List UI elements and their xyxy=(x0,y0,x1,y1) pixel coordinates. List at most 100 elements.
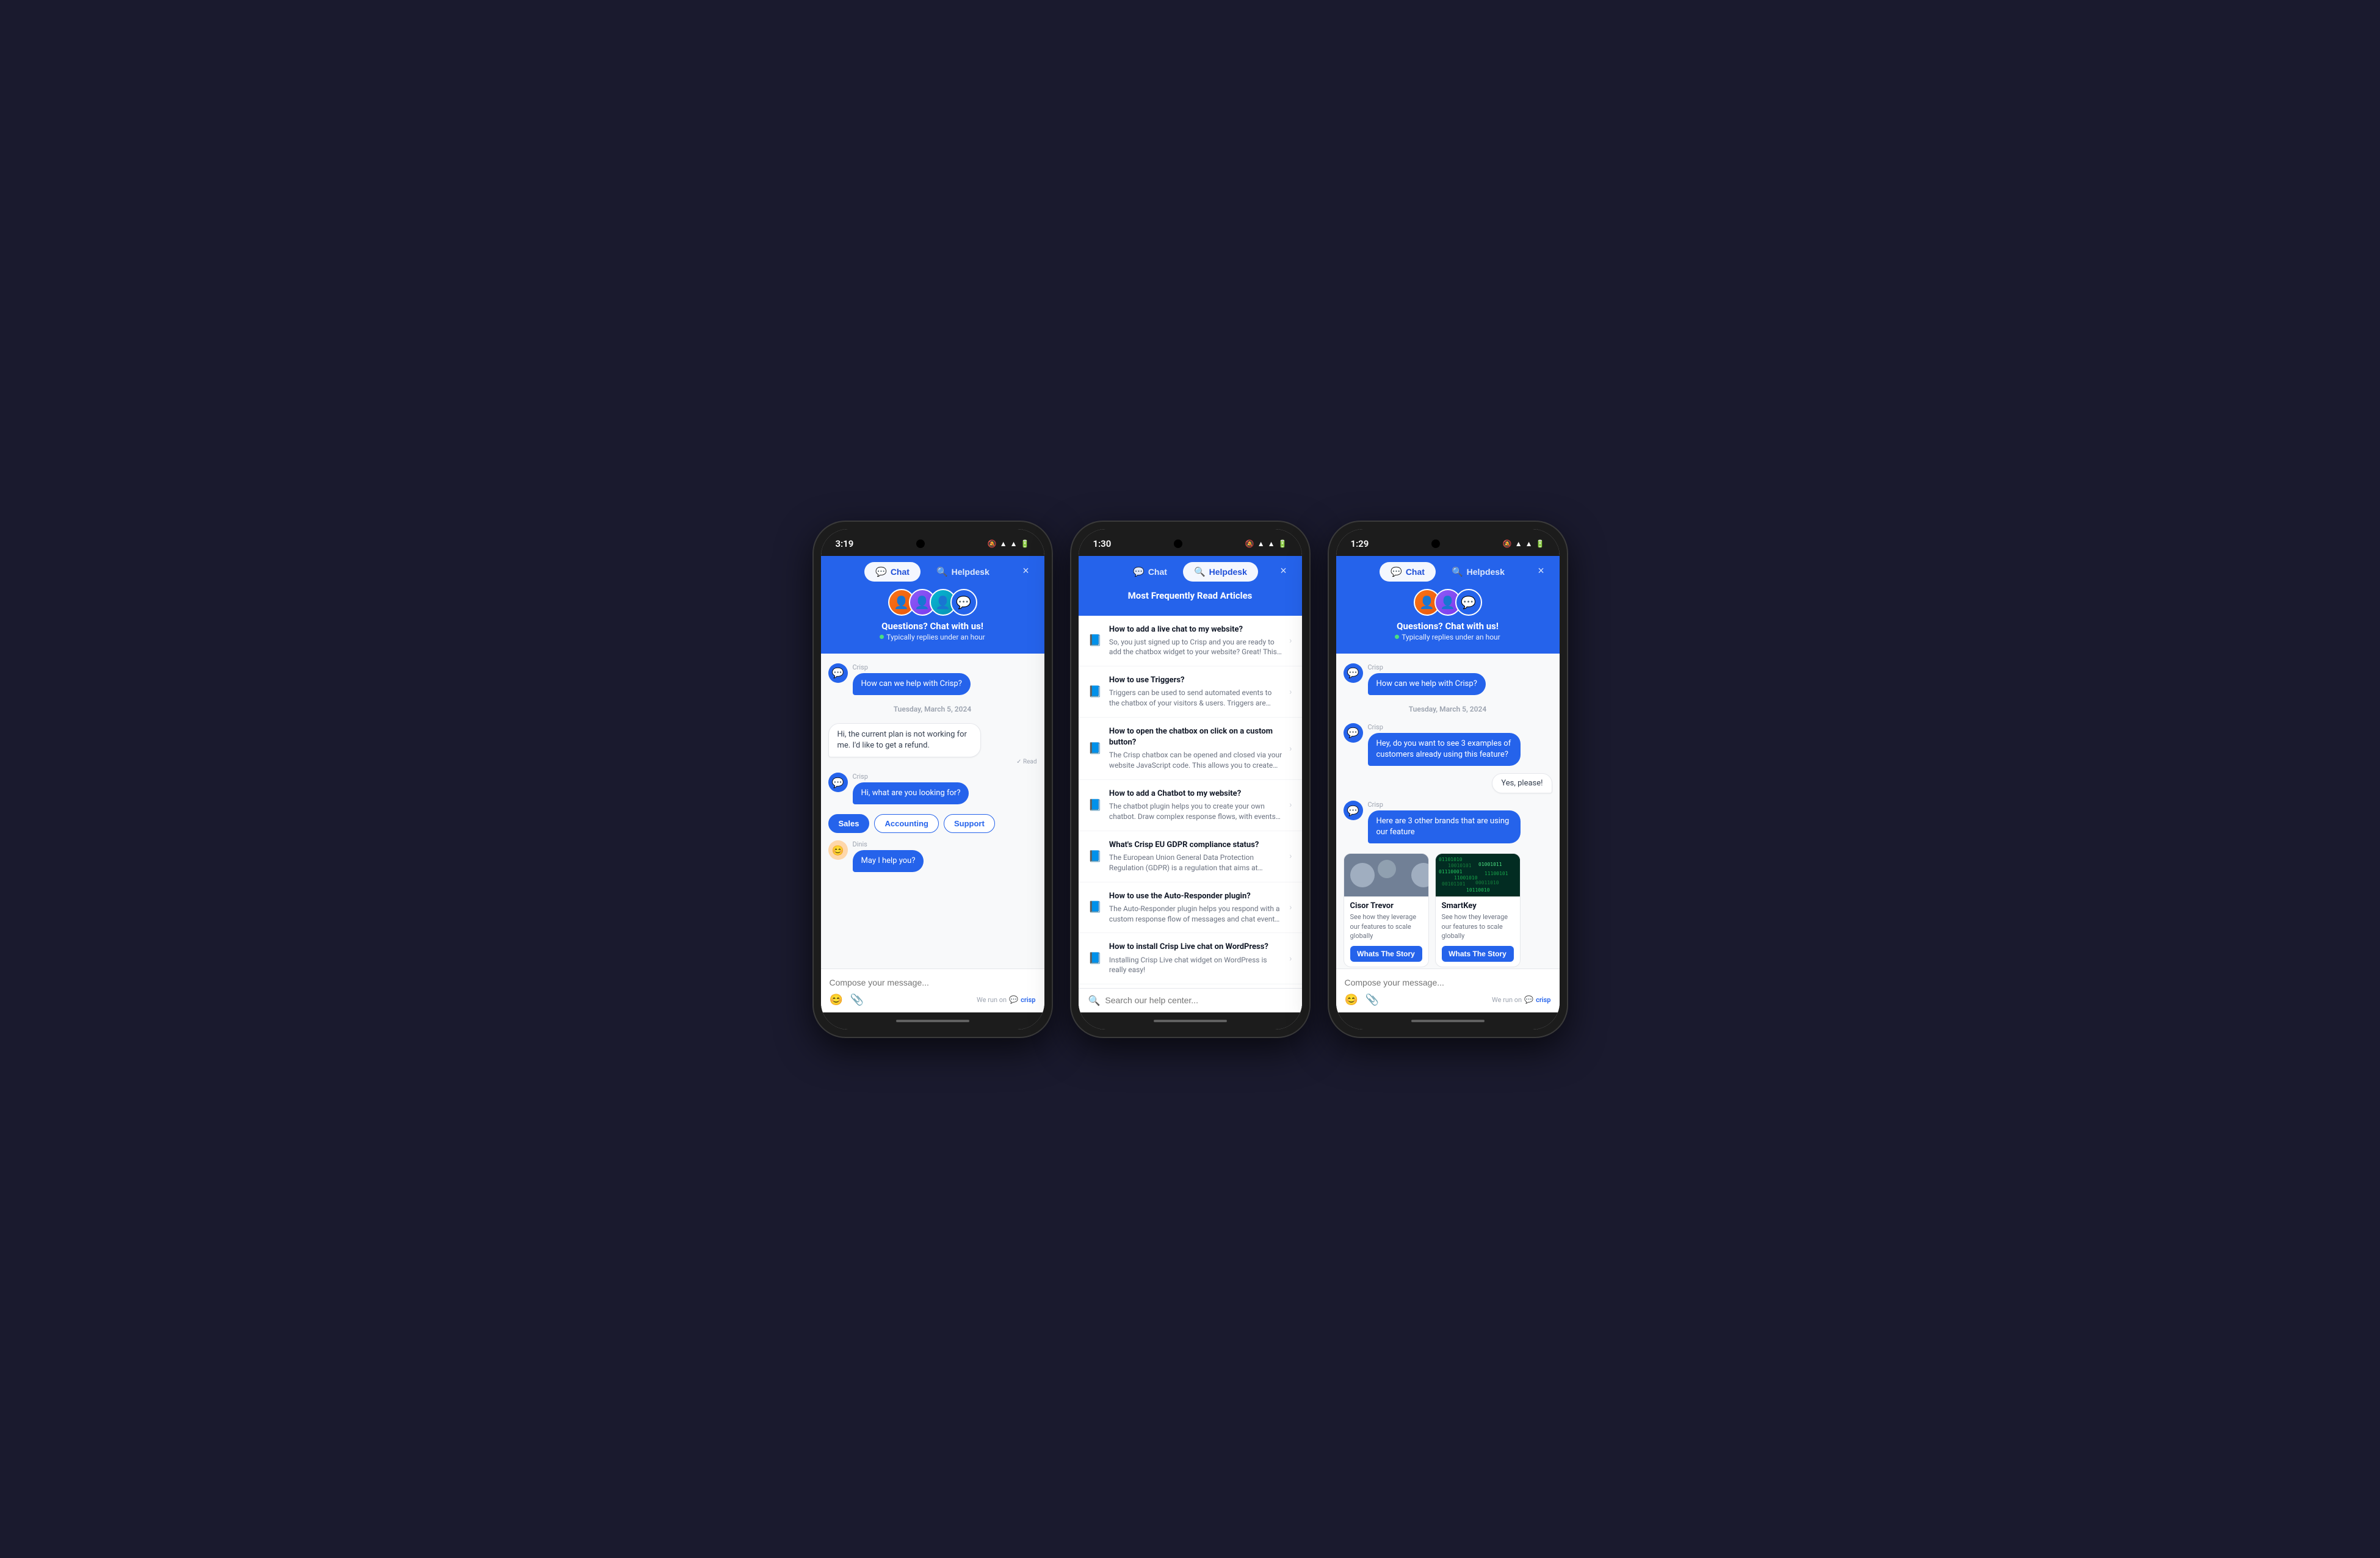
brand-card-3-2: 01101010 10010101 01110001 11001010 0010… xyxy=(1435,853,1521,967)
svg-text:11100101: 11100101 xyxy=(1485,871,1508,876)
article-item-2-2[interactable]: 📘 How to use Triggers? Triggers can be u… xyxy=(1079,666,1302,718)
tab-helpdesk-label-2: Helpdesk xyxy=(1209,567,1247,577)
article-title-2-2: How to use Triggers? xyxy=(1109,675,1282,686)
bot-bubble-1-1: How can we help with Crisp? xyxy=(853,673,971,695)
human-avatar-1-1: 😊 xyxy=(828,840,848,860)
emoji-icon-3[interactable]: 😊 xyxy=(1345,994,1358,1006)
choice-accounting-1[interactable]: Accounting xyxy=(874,814,939,833)
search-bar-2: 🔍 xyxy=(1079,988,1302,1012)
camera-3 xyxy=(1431,539,1440,548)
chevron-icon-2-4: › xyxy=(1289,800,1292,810)
battery-icon-3: 🔋 xyxy=(1536,539,1545,548)
article-item-2-7[interactable]: 📘 How to install Crisp Live chat on Word… xyxy=(1079,933,1302,984)
tab-chat-3[interactable]: 💬 Chat xyxy=(1380,562,1436,582)
article-snippet-2-3: The Crisp chatbox can be opened and clos… xyxy=(1109,750,1282,771)
article-item-2-3[interactable]: 📘 How to open the chatbox on click on a … xyxy=(1079,718,1302,780)
article-item-2-5[interactable]: 📘 What's Crisp EU GDPR compliance status… xyxy=(1079,831,1302,882)
article-icon-2-1: 📘 xyxy=(1088,634,1102,647)
powered-by-text-1: We run on xyxy=(977,996,1007,1004)
crisp-logo-icon-1: 💬 xyxy=(1009,995,1018,1004)
helpdesk-section-header-2: Most Frequently Read Articles xyxy=(1079,586,1302,608)
compose-icons-3: 😊 📎 xyxy=(1345,994,1380,1006)
silent-icon-2: 🔕 xyxy=(1245,539,1254,548)
article-content-2-3: How to open the chatbox on click on a cu… xyxy=(1109,726,1282,771)
status-icons-1: 🔕 ▲ ▲ 🔋 xyxy=(988,539,1030,548)
tab-chat-1[interactable]: 💬 Chat xyxy=(864,562,921,582)
article-item-2-4[interactable]: 📘 How to add a Chatbot to my website? Th… xyxy=(1079,780,1302,831)
article-title-2-4: How to add a Chatbot to my website? xyxy=(1109,788,1282,799)
article-content-2-4: How to add a Chatbot to my website? The … xyxy=(1109,788,1282,822)
chat-icon-1: 💬 xyxy=(875,566,887,577)
article-content-2-2: How to use Triggers? Triggers can be use… xyxy=(1109,675,1282,709)
bot-avatar-1-1: 💬 xyxy=(828,663,848,683)
choice-support-1[interactable]: Support xyxy=(944,814,995,833)
article-item-2-1[interactable]: 📘 How to add a live chat to my website? … xyxy=(1079,616,1302,667)
card-image-3-1 xyxy=(1344,854,1428,896)
tab-helpdesk-3[interactable]: 🔍 Helpdesk xyxy=(1441,562,1516,582)
article-title-2-6: How to use the Auto-Responder plugin? xyxy=(1109,891,1282,902)
card-desc-3-1: See how they leverage our features to sc… xyxy=(1350,912,1422,940)
card-cta-3-1[interactable]: Whats The Story xyxy=(1350,946,1422,962)
tab-helpdesk-2[interactable]: 🔍 Helpdesk xyxy=(1183,562,1258,582)
chevron-icon-2-1: › xyxy=(1289,636,1292,646)
svg-text:01110001: 01110001 xyxy=(1439,869,1463,875)
svg-text:00011010: 00011010 xyxy=(1475,880,1499,885)
compose-input-3[interactable] xyxy=(1345,975,1551,990)
article-item-2-6[interactable]: 📘 How to use the Auto-Responder plugin? … xyxy=(1079,882,1302,934)
read-receipt-1-1: ✓ Read xyxy=(828,759,1037,765)
svg-text:01101010: 01101010 xyxy=(1439,857,1463,862)
close-button-1[interactable]: × xyxy=(1018,563,1035,580)
compose-input-1[interactable] xyxy=(830,975,1036,990)
svg-text:10010101: 10010101 xyxy=(1448,863,1472,868)
camera-2 xyxy=(1174,539,1182,548)
card-cta-3-2[interactable]: Whats The Story xyxy=(1442,946,1514,962)
article-list-2: 📘 How to add a live chat to my website? … xyxy=(1079,616,1302,988)
compose-icons-1: 😊 📎 xyxy=(830,994,864,1006)
tab-helpdesk-label-3: Helpdesk xyxy=(1467,567,1505,577)
tab-chat-label-2: Chat xyxy=(1148,567,1167,577)
bot-label-3-1: Crisp xyxy=(1368,663,1486,671)
search-icon-2: 🔍 xyxy=(1194,566,1206,577)
bot-msg-row-3-1: 💬 Crisp How can we help with Crisp? xyxy=(1344,663,1552,695)
crisp-brand-1: crisp xyxy=(1021,996,1035,1004)
article-icon-2-2: 📘 xyxy=(1088,685,1102,698)
search-bar-icon-2: 🔍 xyxy=(1088,995,1101,1006)
search-icon-1: 🔍 xyxy=(936,566,948,577)
phone-1: 3:19 🔕 ▲ ▲ 🔋 💬 Chat 🔍 xyxy=(814,522,1052,1037)
signal-icon-3: ▲ xyxy=(1525,539,1533,548)
chat-icon-3: 💬 xyxy=(1391,566,1402,577)
choice-sales-1[interactable]: Sales xyxy=(828,814,870,833)
tab-helpdesk-1[interactable]: 🔍 Helpdesk xyxy=(925,562,1000,582)
bot-label-1-1: Crisp xyxy=(853,663,971,671)
article-title-2-1: How to add a live chat to my website? xyxy=(1109,624,1282,635)
card-body-3-1: Cisor Trevor See how they leverage our f… xyxy=(1344,896,1428,966)
agent-section-1: 👤 👤 👤 💬 Questions? Chat with us! Typical… xyxy=(821,586,1044,646)
emoji-icon-1[interactable]: 😊 xyxy=(830,994,843,1006)
attach-icon-1[interactable]: 📎 xyxy=(850,994,864,1006)
online-dot-1 xyxy=(880,635,884,639)
helpdesk-body-2[interactable]: 📘 How to add a live chat to my website? … xyxy=(1079,616,1302,1012)
widget-header-3: 💬 Chat 🔍 Helpdesk × 👤 👤 💬 xyxy=(1336,556,1560,654)
search-input-2[interactable] xyxy=(1105,995,1292,1005)
powered-by-3: We run on 💬 crisp xyxy=(1492,995,1550,1004)
chat-body-1[interactable]: 💬 Crisp How can we help with Crisp? Tues… xyxy=(821,654,1044,968)
widget-header-2: 💬 Chat 🔍 Helpdesk × Most Frequently Read… xyxy=(1079,556,1302,616)
article-title-2-7: How to install Crisp Live chat on WordPr… xyxy=(1109,942,1282,953)
bot-avatar-3-1: 💬 xyxy=(1344,663,1363,683)
article-title-2-3: How to open the chatbox on click on a cu… xyxy=(1109,726,1282,748)
user-reply-right-3: Yes, please! xyxy=(1344,773,1552,793)
tab-chat-2[interactable]: 💬 Chat xyxy=(1122,562,1178,582)
bot-msg-row-3-3: 💬 Crisp Here are 3 other brands that are… xyxy=(1344,801,1552,843)
widget-header-1: 💬 Chat 🔍 Helpdesk × 👤 👤 👤 xyxy=(821,556,1044,654)
card-row-3: Cisor Trevor See how they leverage our f… xyxy=(1344,853,1552,967)
card-name-3-2: SmartKey xyxy=(1442,901,1514,911)
chevron-icon-2-2: › xyxy=(1289,687,1292,697)
human-bubble-1-1: May I help you? xyxy=(853,850,924,872)
phone-2: 1:30 🔕 ▲ ▲ 🔋 💬 Chat 🔍 xyxy=(1071,522,1309,1037)
attach-icon-3[interactable]: 📎 xyxy=(1365,994,1379,1006)
chat-icon-2: 💬 xyxy=(1133,566,1145,577)
close-button-3[interactable]: × xyxy=(1533,563,1550,580)
close-button-2[interactable]: × xyxy=(1275,563,1292,580)
camera-1 xyxy=(916,539,925,548)
chat-body-3[interactable]: 💬 Crisp How can we help with Crisp? Tues… xyxy=(1336,654,1560,968)
